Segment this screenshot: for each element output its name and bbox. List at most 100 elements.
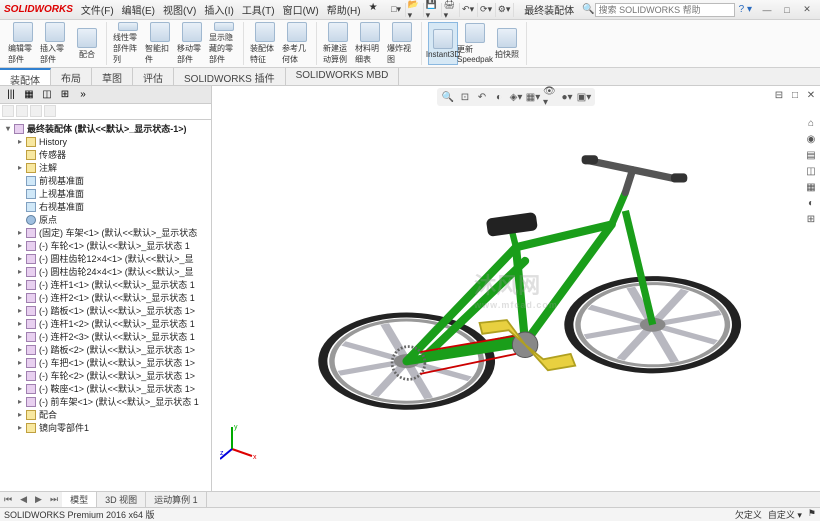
view-triad[interactable]: x y z — [220, 421, 260, 461]
tree-node[interactable]: ▸(-) 踏板<1> (默认<<默认>_显示状态 1> — [2, 304, 209, 317]
assembly-features-button[interactable]: 装配体特征 — [250, 22, 280, 65]
tree-node[interactable]: ▸镜向零部件1 — [2, 421, 209, 434]
vp-max-icon[interactable]: □ — [788, 88, 802, 102]
menu-file[interactable]: 文件(F) — [81, 2, 114, 17]
save-icon[interactable]: 💾▾ — [426, 3, 442, 17]
tab-evaluate[interactable]: 评估 — [133, 68, 174, 85]
menu-window[interactable]: 窗口(W) — [283, 2, 319, 17]
search-icon: 🔍 — [582, 4, 594, 15]
vp-min-icon[interactable]: ⊟ — [772, 88, 786, 102]
tree-node[interactable]: 原点 — [2, 213, 209, 226]
dimxpert-icon[interactable]: ⊞ — [58, 88, 72, 102]
tree-node[interactable]: ▸(-) 连杆2<3> (默认<<默认>_显示状态 1 — [2, 330, 209, 343]
undo-icon[interactable]: ↶▾ — [462, 3, 478, 17]
exploded-view-button[interactable]: 爆炸视图 — [387, 22, 417, 65]
appearance-icon[interactable]: ●▾ — [560, 90, 574, 104]
show-hidden-button[interactable]: 显示隐藏的零部件 — [209, 22, 239, 65]
print-icon[interactable]: 🖨▾ — [444, 3, 460, 17]
feature-tree[interactable]: ▾最终装配体 (默认<<默认>_显示状态-1>) ▸History传感器▸注解前… — [0, 120, 211, 491]
scene-icon[interactable]: ▣▾ — [577, 90, 591, 104]
minimize-button[interactable]: — — [758, 3, 776, 17]
move-component-button[interactable]: 移动零部件 — [177, 22, 207, 65]
display-style-icon[interactable]: ▦▾ — [526, 90, 540, 104]
menu-view[interactable]: 视图(V) — [163, 2, 196, 17]
tab-sketch[interactable]: 草图 — [92, 68, 133, 85]
prev-view-icon[interactable]: ↶ — [475, 90, 489, 104]
menu-tools[interactable]: 工具(T) — [242, 2, 275, 17]
tab-nav-next[interactable]: ▶ — [31, 494, 46, 505]
tree-node[interactable]: 上视基准面 — [2, 187, 209, 200]
feature-tree-icon[interactable]: ||| — [4, 88, 18, 102]
tab-addins[interactable]: SOLIDWORKS 插件 — [174, 68, 286, 85]
bottom-tab-bar: ⏮ ◀ ▶ ⏭ 模型 3D 视图 运动算例 1 — [0, 491, 820, 507]
menu-edit[interactable]: 编辑(E) — [122, 2, 155, 17]
tree-node[interactable]: ▸(-) 连杆1<2> (默认<<默认>_显示状态 1 — [2, 317, 209, 330]
unit-system[interactable]: 自定义 ▾ — [768, 508, 802, 521]
new-icon[interactable]: □▾ — [390, 3, 406, 17]
tree-root[interactable]: ▾最终装配体 (默认<<默认>_显示状态-1>) — [2, 122, 209, 135]
tree-node[interactable]: ▸(-) 踏板<2> (默认<<默认>_显示状态 1> — [2, 343, 209, 356]
menu-insert[interactable]: 插入(I) — [204, 2, 233, 17]
constraint-status: 欠定义 — [735, 508, 762, 521]
menu-pin-icon[interactable]: ★ — [369, 2, 378, 17]
zoom-fit-icon[interactable]: 🔍 — [441, 90, 455, 104]
edit-component-button[interactable]: 编辑零部件 — [8, 22, 38, 65]
feature-manager: ||| ▦ ◫ ⊞ » ▾最终装配体 (默认<<默认>_显示状态-1>) ▸Hi… — [0, 86, 212, 491]
tree-node[interactable]: 右视基准面 — [2, 200, 209, 213]
view-orient-icon[interactable]: ◈▾ — [509, 90, 523, 104]
search-input[interactable] — [595, 3, 735, 17]
instant3d-button[interactable]: Instant3D — [428, 22, 458, 65]
tab-3dview[interactable]: 3D 视图 — [97, 492, 146, 507]
tab-assembly[interactable]: 装配体 — [0, 68, 51, 85]
zoom-area-icon[interactable]: ⊡ — [458, 90, 472, 104]
property-manager-icon[interactable]: ▦ — [22, 88, 36, 102]
config-manager-icon[interactable]: ◫ — [40, 88, 54, 102]
tab-mbd[interactable]: SOLIDWORKS MBD — [286, 68, 400, 85]
tab-layout[interactable]: 布局 — [51, 68, 92, 85]
linear-pattern-button[interactable]: 线性零部件阵列 — [113, 22, 143, 65]
motion-study-button[interactable]: 新建运动算例 — [323, 22, 353, 65]
speedpak-button[interactable]: 更新Speedpak — [460, 22, 490, 65]
mate-button[interactable]: 配合 — [72, 22, 102, 65]
open-icon[interactable]: 📂▾ — [408, 3, 424, 17]
tree-node[interactable]: ▸History — [2, 135, 209, 148]
tree-node[interactable]: ▸配合 — [2, 408, 209, 421]
maximize-button[interactable]: □ — [778, 3, 796, 17]
tree-node[interactable]: ▸(-) 圆柱齿轮12×4<1> (默认<<默认>_显 — [2, 252, 209, 265]
rebuild-icon[interactable]: ⟳▾ — [480, 3, 496, 17]
tree-node[interactable]: ▸(-) 鞍座<1> (默认<<默认>_显示状态 1> — [2, 382, 209, 395]
section-icon[interactable]: ◐ — [492, 90, 506, 104]
graphics-viewport[interactable]: 🔍 ⊡ ↶ ◐ ◈▾ ▦▾ 👁▾ ●▾ ▣▾ ⊟ □ ✕ ⌂ ◉ ▤ ◫ ▦ ◐… — [212, 86, 820, 491]
menu-help[interactable]: 帮助(H) — [327, 2, 361, 17]
hide-show-icon[interactable]: 👁▾ — [543, 90, 557, 104]
tree-node[interactable]: 前视基准面 — [2, 174, 209, 187]
tree-node[interactable]: ▸(固定) 车架<1> (默认<<默认>_显示状态 — [2, 226, 209, 239]
more-icon[interactable]: » — [76, 88, 90, 102]
bom-button[interactable]: 材料明细表 — [355, 22, 385, 65]
tab-nav-last[interactable]: ⏭ — [46, 494, 62, 505]
tab-nav-prev[interactable]: ◀ — [16, 494, 31, 505]
tree-node[interactable]: ▸(-) 车把<1> (默认<<默认>_显示状态 1> — [2, 356, 209, 369]
tree-node[interactable]: 传感器 — [2, 148, 209, 161]
menu-bar: 文件(F) 编辑(E) 视图(V) 插入(I) 工具(T) 窗口(W) 帮助(H… — [81, 2, 378, 17]
tree-node[interactable]: ▸(-) 车轮<2> (默认<<默认>_显示状态 1> — [2, 369, 209, 382]
tree-node[interactable]: ▸(-) 车轮<1> (默认<<默认>_显示状态 1 — [2, 239, 209, 252]
window-buttons: — □ ✕ — [758, 3, 816, 17]
smart-fasteners-button[interactable]: 智能扣件 — [145, 22, 175, 65]
tab-nav-first[interactable]: ⏮ — [0, 494, 16, 505]
insert-component-button[interactable]: 插入零部件 — [40, 22, 70, 65]
tab-motion[interactable]: 运动算例 1 — [146, 492, 207, 507]
tree-node[interactable]: ▸注解 — [2, 161, 209, 174]
tree-node[interactable]: ▸(-) 连杆2<1> (默认<<默认>_显示状态 1 — [2, 291, 209, 304]
ref-geometry-button[interactable]: 参考几何体 — [282, 22, 312, 65]
help-icon[interactable]: ? ▾ — [739, 4, 752, 15]
options-icon[interactable]: ⚙▾ — [498, 3, 514, 17]
tree-node[interactable]: ▸(-) 圆柱齿轮24×4<1> (默认<<默认>_显 — [2, 265, 209, 278]
status-flag-icon[interactable]: ⚑ — [808, 508, 816, 521]
tab-model[interactable]: 模型 — [62, 492, 97, 507]
vp-close-icon[interactable]: ✕ — [804, 88, 818, 102]
snapshot-button[interactable]: 拍快照 — [492, 22, 522, 65]
close-button[interactable]: ✕ — [798, 3, 816, 17]
tree-node[interactable]: ▸(-) 连杆1<1> (默认<<默认>_显示状态 1 — [2, 278, 209, 291]
tree-node[interactable]: ▸(-) 前车架<1> (默认<<默认>_显示状态 1 — [2, 395, 209, 408]
